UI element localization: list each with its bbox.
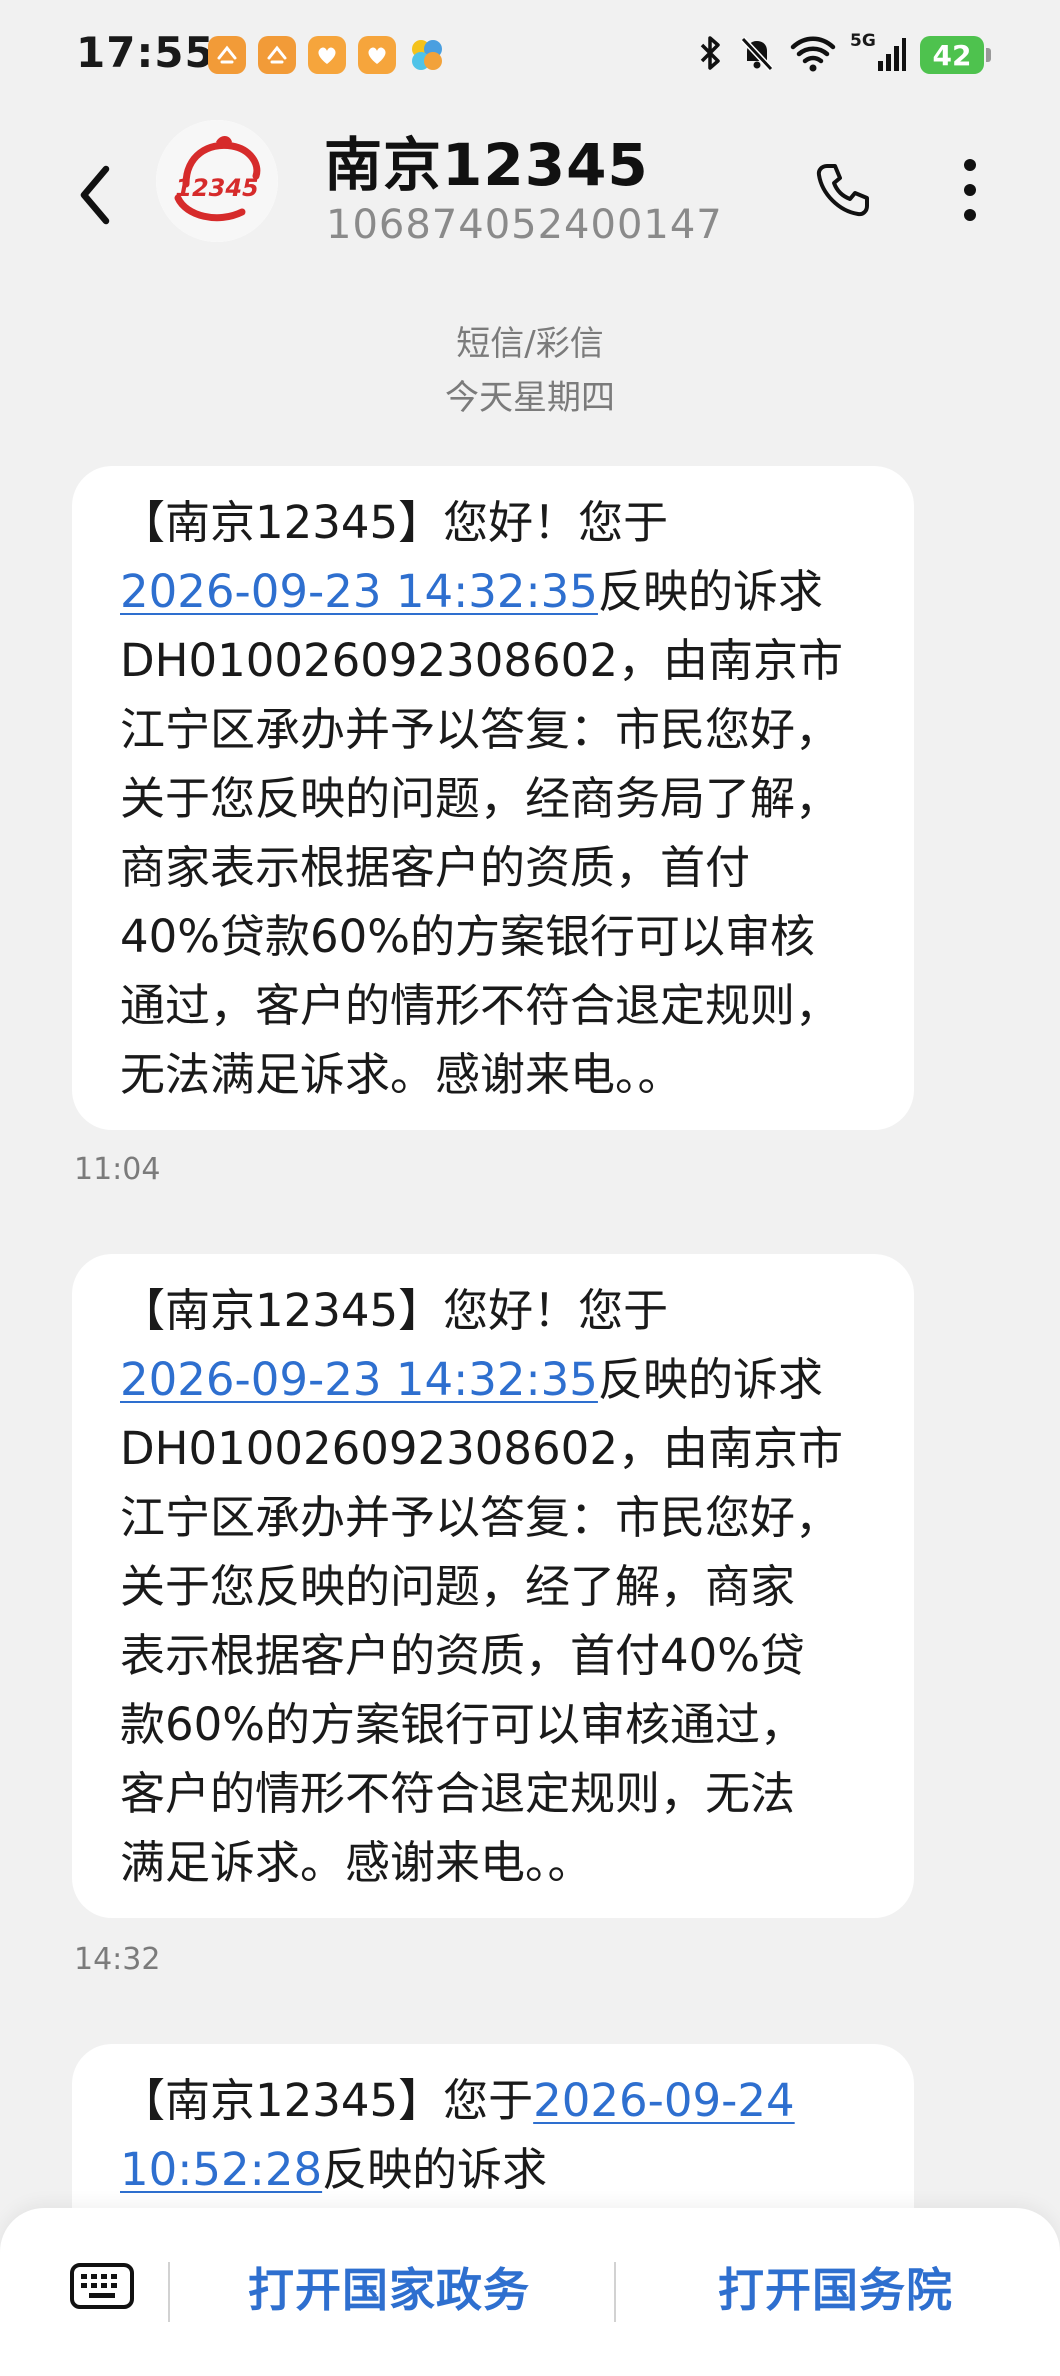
message-line: 10:52:28反映的诉求 [120, 2143, 548, 2196]
message-line: 【南京12345】您好！您于 [120, 496, 669, 549]
channel-label: 短信/彩信 [456, 324, 604, 364]
datetime-link[interactable]: 2026-09-23 14:32:35 [120, 565, 598, 618]
keyboard-toggle-button[interactable] [66, 2256, 138, 2316]
message-line: 商家表示根据客户的资质，首付 [120, 841, 751, 894]
message-line: 【南京12345】您于2026-09-24 [120, 2074, 795, 2127]
bluetooth-icon [698, 33, 724, 77]
notification-icons [208, 36, 446, 74]
message-line: 关于您反映的问题，经商务局了解， [120, 772, 841, 825]
message-line: DH010026092308602，由南京市 [120, 1422, 843, 1475]
message-line: 江宁区承办并予以答复：市民您好， [120, 703, 841, 756]
battery-indicator: 42 [920, 36, 991, 74]
contact-name: 南京12345 [324, 131, 649, 199]
message-line: 【南京12345】您好！您于 [120, 1284, 669, 1337]
message-line: 江宁区承办并予以答复：市民您好， [120, 1491, 841, 1544]
message-line: 关于您反映的问题，经了解，商家 [120, 1560, 796, 1613]
status-time: 17:55 [76, 28, 215, 77]
date-label: 今天星期四 [445, 378, 615, 418]
message-line: 2026-09-23 14:32:35反映的诉求 [120, 1353, 823, 1406]
message-line: 表示根据客户的资质，首付40%贷 [120, 1629, 806, 1682]
open-national-gov-services-button[interactable]: 打开国家政务 [248, 2254, 530, 2320]
cellular-signal-icon: 5G [850, 31, 906, 75]
message-timestamp: 14:32 [74, 1942, 161, 1977]
status-bar: 17:55 5G 42 [0, 0, 1060, 110]
more-options-button[interactable] [940, 148, 1000, 232]
contact-number: 106874052400147 [326, 202, 723, 248]
avatar[interactable]: 12345 [156, 120, 278, 242]
bar-divider [168, 2262, 170, 2322]
wifi-icon [790, 33, 836, 77]
call-button[interactable] [808, 150, 878, 230]
quick-action-bar: 打开国家政务 打开国务院 [0, 2208, 1060, 2376]
message-line: 无法满足诉求。感谢来电。。 [120, 1048, 683, 1101]
message-line: 客户的情形不符合退定规则，无法 [120, 1767, 796, 1820]
message-line: DH010026092308602，由南京市 [120, 634, 843, 687]
bar-divider [614, 2262, 616, 2322]
conversation-header: 12345 南京12345 106874052400147 [0, 110, 1060, 300]
message-timestamp: 11:04 [74, 1152, 161, 1187]
message-line: 40%贷款60%的方案银行可以审核 [120, 910, 816, 963]
app-notification-icon [208, 36, 246, 74]
message-line: 款60%的方案银行可以审核通过， [120, 1698, 806, 1751]
svg-text:12345: 12345 [175, 174, 259, 202]
phone-icon [816, 164, 869, 217]
message-line: 2026-09-23 14:32:35反映的诉求 [120, 565, 823, 618]
back-arrow-icon [80, 165, 110, 225]
clover-notification-icon [408, 36, 446, 74]
message-line: 满足诉求。感谢来电。。 [120, 1836, 593, 1889]
message-bubble[interactable]: 【南京12345】您好！您于 2026-09-23 14:32:35反映的诉求 … [72, 1254, 914, 1918]
hotline-logo-icon: 12345 [156, 120, 278, 242]
more-vertical-icon [964, 159, 976, 221]
datetime-link[interactable]: 2026-09-23 14:32:35 [120, 1353, 598, 1406]
mute-icon [738, 33, 776, 77]
status-indicators: 5G 42 [698, 30, 991, 80]
heart-notification-icon [358, 36, 396, 74]
date-link[interactable]: 2026-09-24 [533, 2074, 795, 2127]
message-bubble[interactable]: 【南京12345】您好！您于 2026-09-23 14:32:35反映的诉求 … [72, 466, 914, 1130]
keyboard-icon [70, 2263, 134, 2309]
message-line: 通过，客户的情形不符合退定规则， [120, 979, 841, 1032]
time-link[interactable]: 10:52:28 [120, 2143, 322, 2196]
back-button[interactable] [66, 150, 126, 240]
app-notification-icon [258, 36, 296, 74]
heart-notification-icon [308, 36, 346, 74]
open-state-council-button[interactable]: 打开国务院 [718, 2254, 953, 2320]
